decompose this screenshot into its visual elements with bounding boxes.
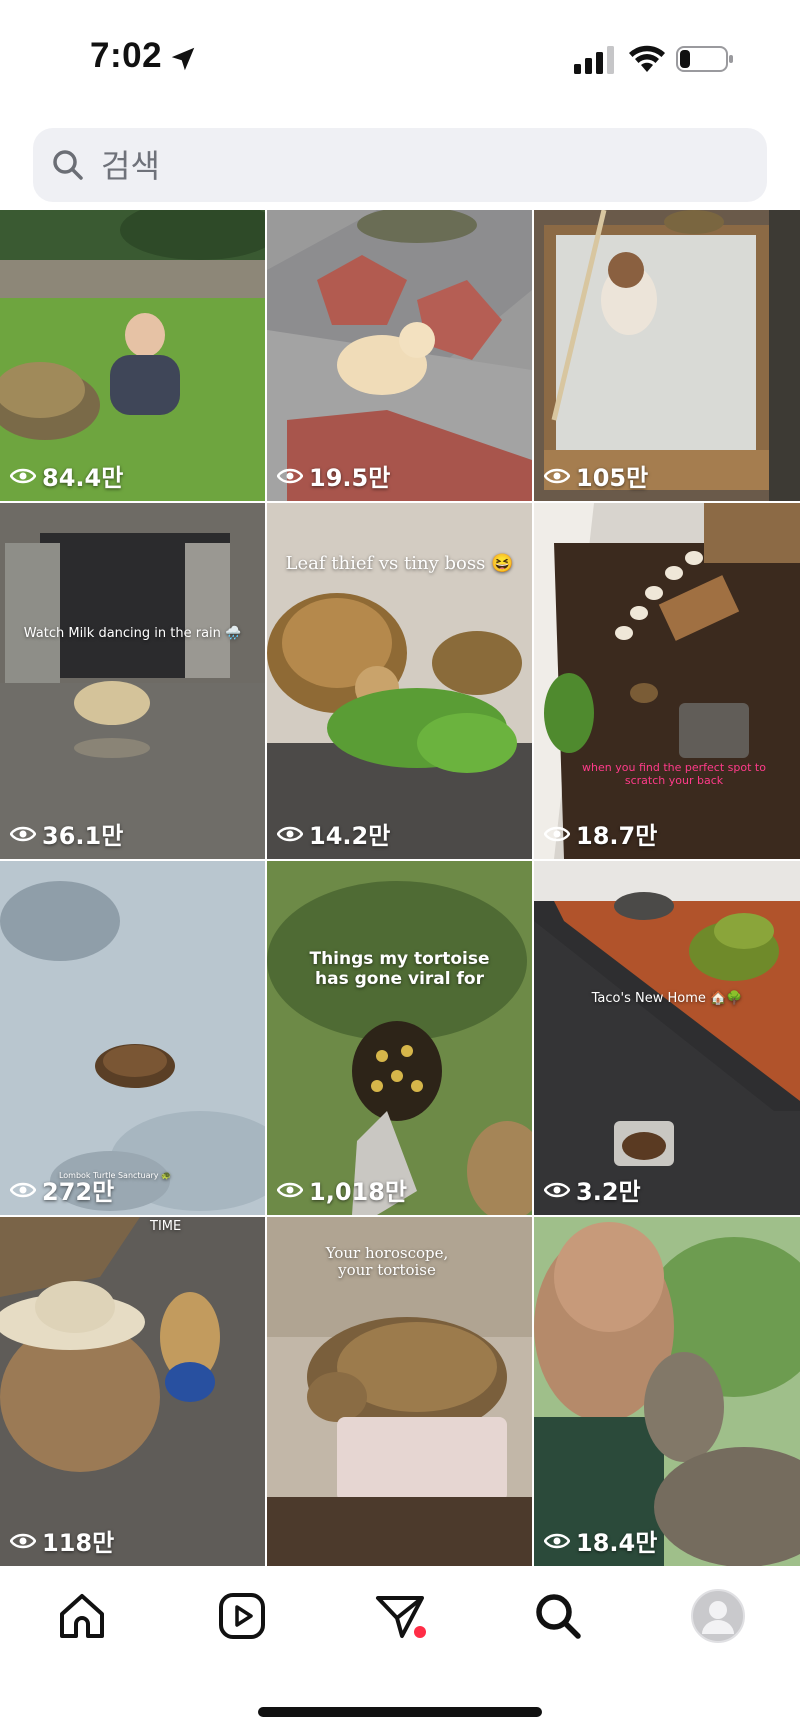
- grid-tile[interactable]: 105만: [534, 210, 800, 501]
- search-icon: [536, 1594, 581, 1639]
- view-count-label: 84.4만: [42, 464, 124, 492]
- grid-tile[interactable]: Leaf thief vs tiny boss 😆 14.2만: [267, 503, 532, 859]
- post-thumbnail: [0, 503, 265, 859]
- search-icon: [53, 150, 83, 180]
- eye-icon: [544, 468, 570, 483]
- grid-tile[interactable]: Things my tortoise has gone viral for 1,…: [267, 861, 532, 1215]
- view-count-label: 1,018만: [309, 1178, 407, 1206]
- post-thumbnail: [534, 503, 800, 859]
- post-caption: Watch Milk dancing in the rain 🌧️: [23, 626, 242, 641]
- grid-tile[interactable]: TIME 118만: [0, 1217, 265, 1566]
- nav-search[interactable]: [530, 1588, 586, 1644]
- view-count-label: 3.2만: [576, 1178, 641, 1206]
- eye-icon: [277, 1182, 303, 1197]
- grid-tile[interactable]: Watch Milk dancing in the rain 🌧️ 36.1만: [0, 503, 265, 859]
- post-caption: Things my tortoise has gone viral for: [309, 949, 490, 989]
- post-thumbnail: [267, 861, 532, 1215]
- eye-icon: [277, 826, 303, 841]
- eye-icon: [10, 826, 36, 841]
- battery-icon: [676, 46, 733, 72]
- view-count: 14.2만: [277, 816, 390, 851]
- status-bar: 7:02: [0, 0, 800, 110]
- post-caption: Taco's New Home 🏠🌳: [591, 991, 743, 1006]
- view-count-label: 19.5만: [309, 464, 391, 492]
- eye-icon: [544, 1182, 570, 1197]
- view-count-label: 272만: [42, 1178, 115, 1206]
- view-count: 84.4만: [10, 458, 123, 493]
- wifi-icon: [629, 45, 665, 72]
- nav-reels[interactable]: [214, 1588, 270, 1644]
- view-count-label: 18.7만: [576, 822, 658, 850]
- home-icon: [60, 1594, 104, 1638]
- location-arrow-icon: [171, 47, 195, 71]
- cellular-signal-icon: [574, 46, 614, 74]
- profile-avatar: [691, 1589, 745, 1643]
- view-count-label: 18.4만: [576, 1529, 658, 1557]
- grid-tile[interactable]: 84.4만: [0, 210, 265, 501]
- grid-tile[interactable]: 19.5만: [267, 210, 532, 501]
- post-caption: when you find the perfect spot to scratc…: [582, 761, 766, 787]
- view-count: 105만: [544, 458, 648, 493]
- view-count: 272만: [10, 1172, 114, 1207]
- eye-icon: [277, 468, 303, 483]
- explore-grid: 84.4만 19.5만 105만 Watch Milk dancing in t…: [0, 210, 800, 1566]
- nav-profile[interactable]: [690, 1588, 746, 1644]
- reels-icon: [219, 1593, 265, 1639]
- view-count-label: 36.1만: [42, 822, 124, 850]
- post-caption: Leaf thief vs tiny boss 😆: [285, 553, 514, 574]
- grid-tile[interactable]: Taco's New Home 🏠🌳 3.2만: [534, 861, 800, 1215]
- view-count: 19.5만: [277, 458, 390, 493]
- view-count-label: 118만: [42, 1529, 115, 1557]
- view-count-label: 14.2만: [309, 822, 391, 850]
- post-thumbnail: [0, 1217, 265, 1566]
- view-count: 1,018만: [277, 1172, 407, 1207]
- view-count: 18.7만: [544, 816, 657, 851]
- nav-direct-messages[interactable]: [372, 1588, 428, 1644]
- grid-tile[interactable]: when you find the perfect spot to scratc…: [534, 503, 800, 859]
- eye-icon: [10, 1533, 36, 1548]
- grid-tile[interactable]: 18.4만: [534, 1217, 800, 1566]
- grid-tile[interactable]: Your horoscope, your tortoise: [267, 1217, 532, 1566]
- bottom-nav: [0, 1566, 800, 1666]
- eye-icon: [10, 1182, 36, 1197]
- grid-tile[interactable]: Lombok Turtle Sanctuary 🐢 272만: [0, 861, 265, 1215]
- post-thumbnail: [534, 1217, 800, 1566]
- home-indicator: [258, 1707, 542, 1717]
- eye-icon: [544, 1533, 570, 1548]
- post-thumbnail: [534, 861, 800, 1215]
- nav-home[interactable]: [54, 1588, 110, 1644]
- search-bar[interactable]: [33, 128, 767, 202]
- view-count: 36.1만: [10, 816, 123, 851]
- notification-dot: [414, 1626, 426, 1638]
- view-count: 3.2만: [544, 1172, 641, 1207]
- view-count-label: 105만: [576, 464, 649, 492]
- post-caption: TIME: [150, 1219, 182, 1234]
- post-caption: Your horoscope, your tortoise: [325, 1244, 449, 1279]
- status-time: 7:02: [90, 36, 163, 75]
- eye-icon: [544, 826, 570, 841]
- view-count: 18.4만: [544, 1523, 657, 1558]
- view-count: 118만: [10, 1523, 114, 1558]
- search-input[interactable]: [99, 142, 743, 190]
- eye-icon: [10, 468, 36, 483]
- post-thumbnail: [0, 861, 265, 1215]
